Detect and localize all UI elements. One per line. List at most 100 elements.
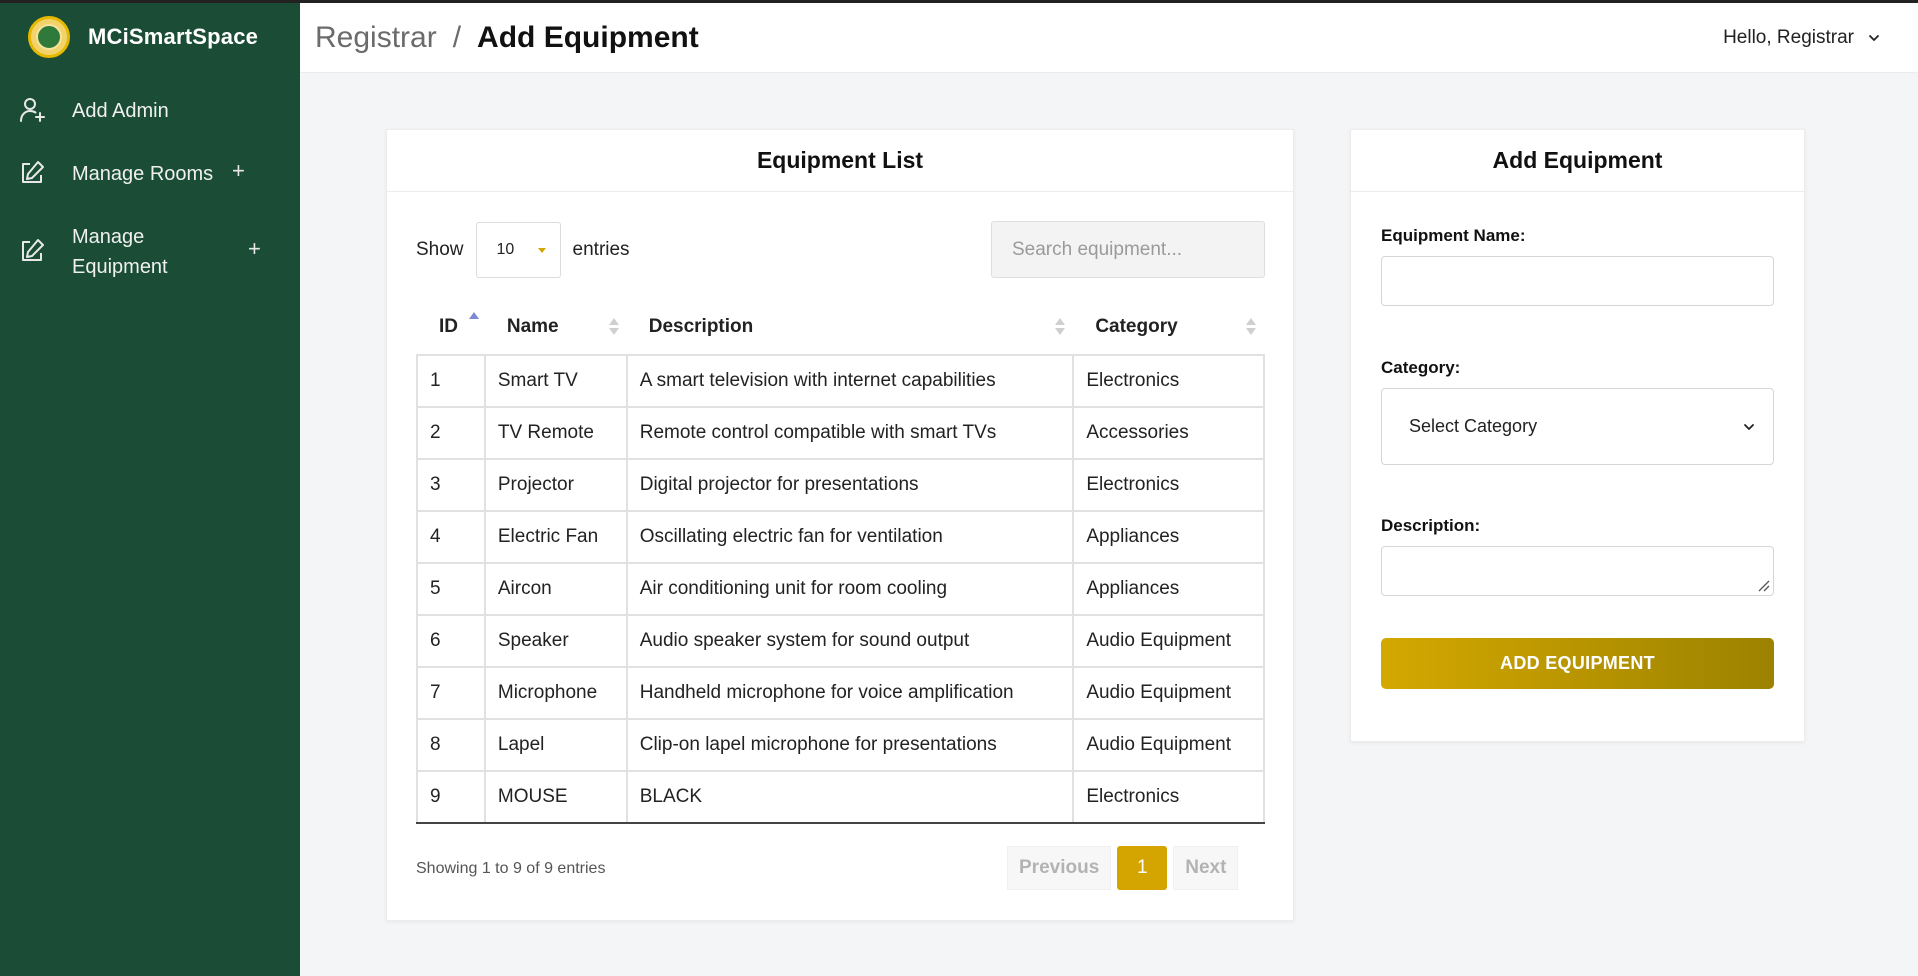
sidebar-item-add-admin[interactable]: Add Admin — [0, 96, 300, 126]
school-logo-icon — [28, 16, 70, 58]
table-row[interactable]: 7 Microphone Handheld microphone for voi… — [416, 666, 1265, 720]
user-greeting: Hello, Registrar — [1723, 27, 1854, 48]
equipment-name-label: Equipment Name: — [1381, 226, 1526, 245]
column-header-category[interactable]: Category — [1073, 300, 1264, 355]
cell-name: Projector — [483, 458, 628, 512]
table-row[interactable]: 2 TV Remote Remote control compatible wi… — [416, 406, 1265, 460]
sort-icon — [1055, 318, 1066, 338]
sidebar-item-label: Manage Rooms — [72, 163, 214, 185]
cell-name: Microphone — [483, 666, 628, 720]
card-title: Add Equipment — [1351, 130, 1804, 192]
cell-description: A smart television with internet capabil… — [625, 354, 1075, 408]
pagination: Previous 1 Next — [1007, 846, 1239, 890]
user-plus-icon — [20, 98, 45, 122]
table-header-row: ID Name Description Category — [417, 300, 1264, 355]
description-textarea[interactable] — [1381, 546, 1774, 596]
equipment-name-field[interactable] — [1381, 256, 1774, 306]
cell-id: 7 — [416, 666, 486, 720]
cell-id: 1 — [416, 354, 486, 408]
chevron-down-icon — [1744, 424, 1754, 430]
breadcrumb-parent[interactable]: Registrar — [315, 21, 437, 55]
caret-down-icon — [537, 248, 546, 253]
cell-category: Appliances — [1072, 562, 1265, 616]
equipment-table: ID Name Description Category 1 Smart TV … — [416, 300, 1265, 824]
cell-name: Aircon — [483, 562, 628, 616]
table-info: Showing 1 to 9 of 9 entries — [416, 860, 606, 877]
page-size-select[interactable]: 10 — [475, 222, 561, 278]
cell-name: Electric Fan — [483, 510, 628, 564]
show-label: Show — [416, 239, 464, 260]
next-page-button[interactable]: Next — [1173, 846, 1239, 890]
cell-description: BLACK — [625, 770, 1075, 824]
table-row[interactable]: 9 MOUSE BLACK Electronics — [416, 770, 1265, 824]
search-input[interactable] — [991, 221, 1265, 278]
add-equipment-form-card: Add Equipment Equipment Name: Category: … — [1350, 129, 1805, 742]
category-label: Category: — [1381, 358, 1461, 377]
cell-description: Digital projector for presentations — [625, 458, 1075, 512]
top-header: Registrar / Add Equipment Hello, Registr… — [300, 3, 1918, 73]
resize-handle-icon[interactable] — [1756, 578, 1770, 592]
cell-description: Handheld microphone for voice amplificat… — [625, 666, 1075, 720]
sidebar-item-manage-equipment[interactable]: Manage Equipment + — [0, 222, 300, 282]
table-row[interactable]: 4 Electric Fan Oscillating electric fan … — [416, 510, 1265, 564]
sidebar-item-label: Add Admin — [72, 100, 169, 122]
table-row[interactable]: 5 Aircon Air conditioning unit for room … — [416, 562, 1265, 616]
sidebar: MCiSmartSpace Add Admin Manage Rooms + M… — [0, 0, 300, 976]
category-selected-value: Select Category — [1409, 416, 1538, 436]
sidebar-item-label-line1: Manage — [72, 226, 145, 248]
table-row[interactable]: 3 Projector Digital projector for presen… — [416, 458, 1265, 512]
column-header-name[interactable]: Name — [485, 300, 627, 355]
user-menu[interactable]: Hello, Registrar — [1723, 27, 1880, 49]
cell-name: Lapel — [483, 718, 628, 772]
chevron-down-icon — [1869, 35, 1879, 41]
page-size-control: Show 10 entries — [416, 222, 630, 278]
cell-description: Oscillating electric fan for ventilation — [625, 510, 1075, 564]
cell-id: 3 — [416, 458, 486, 512]
description-label: Description: — [1381, 516, 1481, 535]
cell-name: Speaker — [483, 614, 628, 668]
edit-icon — [22, 161, 44, 183]
category-select[interactable]: Select Category — [1381, 388, 1774, 465]
edit-icon — [22, 239, 44, 261]
table-row[interactable]: 6 Speaker Audio speaker system for sound… — [416, 614, 1265, 668]
cell-category: Electronics — [1072, 354, 1265, 408]
cell-name: TV Remote — [483, 406, 628, 460]
cell-description: Audio speaker system for sound output — [625, 614, 1075, 668]
sort-asc-icon — [468, 312, 479, 332]
add-equipment-button[interactable]: ADD EQUIPMENT — [1381, 638, 1774, 689]
cell-name: Smart TV — [483, 354, 628, 408]
breadcrumb: Registrar / Add Equipment — [315, 21, 699, 55]
cell-description: Remote control compatible with smart TVs — [625, 406, 1075, 460]
expand-plus-icon[interactable]: + — [248, 236, 261, 262]
equipment-list-card: Equipment List Show 10 entries ID Name — [386, 129, 1294, 921]
table-row[interactable]: 1 Smart TV A smart television with inter… — [416, 354, 1265, 408]
cell-category: Audio Equipment — [1072, 718, 1265, 772]
expand-plus-icon[interactable]: + — [232, 158, 245, 184]
column-header-description[interactable]: Description — [627, 300, 1074, 355]
cell-id: 2 — [416, 406, 486, 460]
sort-icon — [608, 318, 619, 338]
cell-name: MOUSE — [483, 770, 628, 824]
sort-icon — [1246, 318, 1256, 338]
card-title: Equipment List — [387, 130, 1293, 192]
cell-id: 4 — [416, 510, 486, 564]
page-number-button[interactable]: 1 — [1117, 846, 1168, 890]
page-title: Add Equipment — [477, 21, 699, 54]
cell-id: 5 — [416, 562, 486, 616]
previous-page-button[interactable]: Previous — [1007, 846, 1112, 890]
cell-category: Accessories — [1072, 406, 1265, 460]
cell-category: Appliances — [1072, 510, 1265, 564]
cell-category: Electronics — [1072, 770, 1265, 824]
column-header-id[interactable]: ID — [417, 300, 485, 355]
brand[interactable]: MCiSmartSpace — [28, 16, 258, 58]
cell-category: Electronics — [1072, 458, 1265, 512]
brand-name: MCiSmartSpace — [88, 24, 259, 49]
cell-id: 6 — [416, 614, 486, 668]
table-row[interactable]: 8 Lapel Clip-on lapel microphone for pre… — [416, 718, 1265, 772]
window-top-border — [0, 0, 1918, 3]
sidebar-item-manage-rooms[interactable]: Manage Rooms + — [0, 158, 300, 189]
cell-id: 9 — [416, 770, 486, 824]
page-size-value: 10 — [496, 241, 515, 258]
entries-label: entries — [572, 239, 630, 260]
cell-category: Audio Equipment — [1072, 614, 1265, 668]
